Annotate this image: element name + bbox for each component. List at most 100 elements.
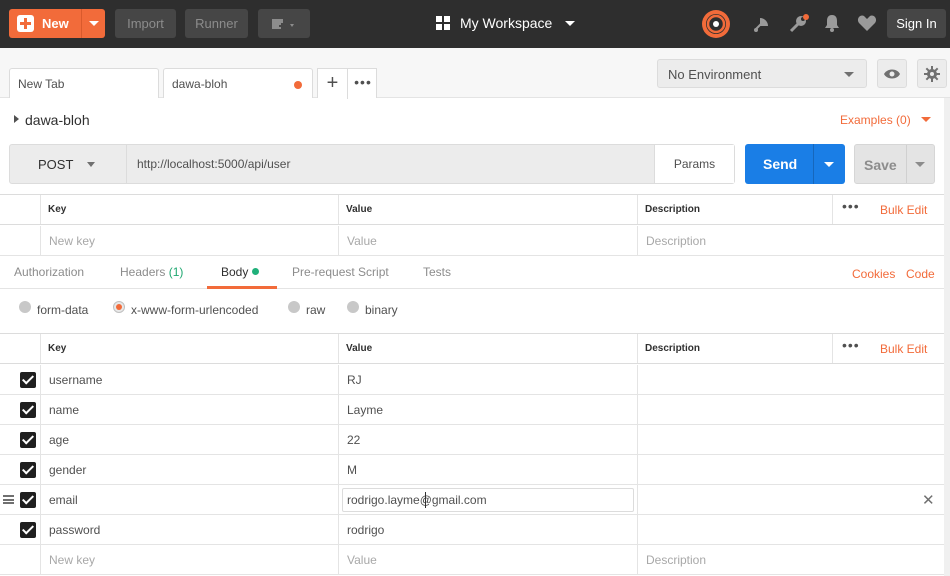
tab-authorization[interactable]: Authorization (14, 265, 84, 279)
new-value-input[interactable]: Value (347, 553, 377, 567)
divider (813, 144, 814, 184)
manage-environments-button[interactable] (917, 59, 947, 88)
gear-icon (924, 66, 940, 83)
row-value[interactable]: rodrigo.layme@gmail.com (347, 493, 487, 507)
sync-status-icon[interactable] (701, 9, 731, 39)
new-window-icon (272, 18, 294, 29)
tab-headers-label: Headers (120, 265, 166, 279)
form-data-radio[interactable] (19, 301, 31, 313)
row-key[interactable]: email (49, 493, 78, 507)
row-value[interactable]: 22 (347, 433, 360, 447)
row-key[interactable]: password (49, 523, 100, 537)
drag-handle-icon[interactable] (3, 495, 14, 504)
more-options-icon[interactable]: ••• (842, 198, 860, 214)
row-key[interactable]: gender (49, 463, 86, 477)
enabled-checkbox[interactable] (20, 372, 36, 388)
raw-label: raw (306, 303, 326, 317)
url-input[interactable]: http://localhost:5000/api/user (126, 145, 654, 183)
form-data-label: form-data (37, 303, 89, 317)
divider (906, 145, 907, 183)
value-column-header: Value (346, 204, 373, 215)
body-indicator-icon (252, 268, 260, 275)
divider (81, 9, 82, 38)
key-column-header: Key (48, 204, 67, 215)
tab-actions: + ••• (317, 68, 378, 99)
runner-button[interactable]: Runner (185, 9, 248, 38)
settings-wrench-icon[interactable] (788, 13, 810, 35)
new-key-input[interactable]: New key (49, 234, 95, 248)
chevron-down-icon[interactable] (915, 162, 925, 167)
row-value[interactable]: rodrigo (347, 523, 384, 537)
tab-bar: New Tab dawa-bloh + ••• No Environment (0, 48, 950, 99)
save-button-label: Save (864, 157, 897, 173)
row-value[interactable]: M (347, 463, 357, 477)
bulk-edit-link[interactable]: Bulk Edit (880, 203, 927, 217)
tab-label: dawa-bloh (172, 77, 228, 91)
grid-icon (436, 16, 450, 30)
new-description-input[interactable]: Description (646, 553, 706, 567)
new-button[interactable]: New (9, 9, 105, 38)
new-window-button[interactable] (258, 9, 310, 38)
scrollbar[interactable] (944, 98, 950, 576)
tab-pre-request-script[interactable]: Pre-request Script (292, 265, 389, 279)
notifications-bell-icon[interactable] (823, 13, 841, 33)
environment-select-value: No Environment (668, 67, 762, 82)
enabled-checkbox[interactable] (20, 432, 36, 448)
bulk-edit-link[interactable]: Bulk Edit (880, 342, 927, 356)
binary-radio[interactable] (347, 301, 359, 313)
table-row: password rodrigo (0, 515, 944, 545)
chevron-down-icon[interactable] (89, 21, 99, 26)
enabled-checkbox[interactable] (20, 492, 36, 508)
enabled-checkbox[interactable] (20, 402, 36, 418)
params-button[interactable]: Params (654, 145, 734, 183)
more-options-icon[interactable]: ••• (842, 337, 860, 353)
examples-label: Examples (0) (840, 113, 911, 127)
interceptor-icon[interactable] (752, 14, 772, 34)
enabled-checkbox[interactable] (20, 462, 36, 478)
tab-dawa-bloh[interactable]: dawa-bloh (163, 68, 313, 98)
row-value[interactable]: RJ (347, 373, 362, 387)
row-key[interactable]: name (49, 403, 79, 417)
save-button[interactable]: Save (854, 144, 935, 184)
new-button-label: New (42, 16, 69, 31)
send-button-label: Send (763, 156, 798, 172)
tab-body[interactable]: Body (221, 265, 260, 279)
row-key[interactable]: username (49, 373, 102, 387)
value-column-header: Value (346, 343, 373, 354)
send-button[interactable]: Send (745, 144, 845, 184)
code-link[interactable]: Code (906, 267, 935, 281)
import-button[interactable]: Import (115, 9, 176, 38)
expand-triangle-icon[interactable] (14, 115, 19, 123)
new-value-input[interactable]: Value (347, 234, 377, 248)
params-new-row: New key Value Description (0, 226, 944, 256)
examples-dropdown[interactable]: Examples (0) (840, 113, 931, 127)
delete-row-icon[interactable]: ✕ (922, 491, 935, 509)
row-value[interactable]: Layme (347, 403, 383, 417)
cookies-link[interactable]: Cookies (852, 267, 895, 281)
top-toolbar: New Import Runner My Workspace Sign In (0, 0, 950, 48)
more-tabs-icon[interactable]: ••• (348, 69, 378, 99)
new-description-input[interactable]: Description (646, 234, 706, 248)
body-new-row: New key Value Description (0, 545, 944, 575)
new-key-input[interactable]: New key (49, 553, 95, 567)
raw-radio[interactable] (288, 301, 300, 313)
add-tab-icon[interactable]: + (318, 69, 348, 99)
method-value: POST (38, 157, 74, 172)
unsaved-indicator-icon (294, 81, 302, 89)
table-row: gender M (0, 455, 944, 485)
table-row: email rodrigo.layme@gmail.com ✕ (0, 485, 944, 515)
binary-label: binary (365, 303, 398, 317)
chevron-down-icon[interactable] (824, 162, 834, 167)
sign-in-button[interactable]: Sign In (887, 9, 946, 38)
headers-count-badge: (1) (168, 265, 184, 279)
environment-select[interactable]: No Environment (657, 59, 867, 88)
method-select[interactable]: POST (10, 145, 126, 183)
enabled-checkbox[interactable] (20, 522, 36, 538)
row-key[interactable]: age (49, 433, 69, 447)
heart-icon[interactable] (857, 14, 877, 32)
urlencoded-radio[interactable] (113, 301, 125, 313)
tab-new-tab[interactable]: New Tab (9, 68, 159, 98)
tab-tests[interactable]: Tests (423, 265, 451, 279)
environment-quick-look-button[interactable] (877, 59, 907, 88)
tab-headers[interactable]: Headers (1) (120, 265, 183, 279)
